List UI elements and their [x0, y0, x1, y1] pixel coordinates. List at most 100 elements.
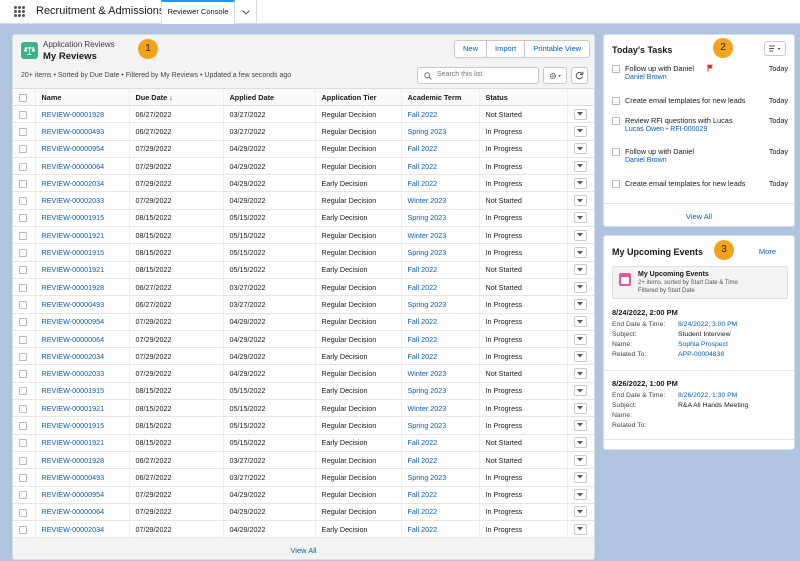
- printable-view-button[interactable]: Printable View: [525, 41, 589, 57]
- import-button[interactable]: Import: [487, 41, 526, 57]
- academic-term-link[interactable]: Fall 2022: [400, 520, 479, 539]
- academic-term-link[interactable]: Fall 2022: [400, 261, 479, 279]
- event-end-link[interactable]: 8/24/2022, 3:00 PM: [678, 321, 737, 328]
- row-checkbox[interactable]: [19, 473, 27, 482]
- table-row[interactable]: REVIEW-00001915 08/15/2022 05/15/2022 Early…: [13, 209, 594, 228]
- row-action-chevron-down-icon[interactable]: [573, 247, 587, 259]
- task-checkbox[interactable]: [612, 65, 620, 73]
- row-action-chevron-down-icon[interactable]: [573, 454, 587, 466]
- table-row[interactable]: REVIEW-00001921 08/15/2022 05/15/2022 Regul…: [13, 399, 594, 418]
- review-name-link[interactable]: REVIEW-00002034: [34, 347, 129, 366]
- table-row[interactable]: REVIEW-00001921 08/15/2022 05/15/2022 Early…: [13, 434, 594, 452]
- row-checkbox[interactable]: [19, 508, 27, 517]
- tab-menu-chevron-down-icon[interactable]: [235, 0, 257, 24]
- row-action-chevron-down-icon[interactable]: [573, 350, 587, 362]
- row-action-chevron-down-icon[interactable]: [573, 489, 587, 501]
- academic-term-link[interactable]: Fall 2022: [400, 278, 479, 297]
- row-checkbox[interactable]: [19, 197, 27, 206]
- row-action-chevron-down-icon[interactable]: [573, 108, 587, 120]
- row-checkbox[interactable]: [19, 525, 27, 534]
- table-row[interactable]: REVIEW-00000954 07/29/2022 04/29/2022 Regul…: [13, 313, 594, 331]
- academic-term-link[interactable]: Spring 2023: [400, 382, 479, 401]
- academic-term-link[interactable]: Winter 2023: [400, 226, 479, 245]
- academic-term-link[interactable]: Spring 2023: [400, 468, 479, 487]
- academic-term-link[interactable]: Fall 2022: [400, 313, 479, 331]
- academic-term-link[interactable]: Fall 2022: [400, 157, 479, 176]
- task-contact-link[interactable]: Daniel Brown: [625, 157, 667, 164]
- table-row[interactable]: REVIEW-00001915 08/15/2022 05/15/2022 Regul…: [13, 416, 594, 435]
- row-action-chevron-down-icon[interactable]: [573, 160, 587, 172]
- table-row[interactable]: REVIEW-00000954 07/29/2022 04/29/2022 Regul…: [13, 140, 594, 158]
- row-action-chevron-down-icon[interactable]: [573, 177, 587, 189]
- events-more-link[interactable]: More: [759, 247, 776, 256]
- academic-term-link[interactable]: Fall 2022: [400, 105, 479, 124]
- event-name-link[interactable]: Sophia Prospect: [678, 341, 728, 348]
- row-checkbox[interactable]: [19, 283, 27, 292]
- row-action-chevron-down-icon[interactable]: [573, 368, 587, 380]
- events-list-summary[interactable]: My Upcoming Events 2+ items, sorted by S…: [612, 266, 788, 299]
- academic-term-link[interactable]: Fall 2022: [400, 434, 479, 452]
- row-checkbox[interactable]: [19, 491, 27, 500]
- row-action-chevron-down-icon[interactable]: [573, 402, 587, 414]
- task-contact-link[interactable]: Lucas Owen: [625, 126, 664, 133]
- review-name-link[interactable]: REVIEW-00001928: [34, 105, 129, 124]
- review-name-link[interactable]: REVIEW-00000064: [34, 157, 129, 176]
- review-name-link[interactable]: REVIEW-00001928: [34, 451, 129, 470]
- refresh-button[interactable]: [571, 67, 588, 84]
- column-header-status[interactable]: Status: [478, 88, 567, 106]
- row-checkbox[interactable]: [19, 335, 27, 344]
- review-name-link[interactable]: REVIEW-00002033: [34, 191, 129, 210]
- row-action-chevron-down-icon[interactable]: [573, 125, 587, 137]
- review-name-link[interactable]: REVIEW-00002034: [34, 520, 129, 539]
- table-row[interactable]: REVIEW-00000493 06/27/2022 03/27/2022 Regul…: [13, 122, 594, 141]
- row-checkbox[interactable]: [19, 318, 27, 327]
- review-name-link[interactable]: REVIEW-00001915: [34, 243, 129, 262]
- task-title[interactable]: Review RFI questions with Lucas: [625, 116, 732, 125]
- academic-term-link[interactable]: Winter 2023: [400, 364, 479, 383]
- review-name-link[interactable]: REVIEW-00000954: [34, 140, 129, 158]
- review-name-link[interactable]: REVIEW-00000493: [34, 468, 129, 487]
- search-input[interactable]: Search this list: [417, 67, 539, 84]
- review-name-link[interactable]: REVIEW-00000064: [34, 330, 129, 349]
- event-related-link[interactable]: APP-00004838: [678, 351, 724, 358]
- row-checkbox[interactable]: [19, 145, 27, 154]
- table-row[interactable]: REVIEW-00001915 08/15/2022 05/15/2022 Regul…: [13, 243, 594, 262]
- academic-term-link[interactable]: Spring 2023: [400, 416, 479, 435]
- table-row[interactable]: REVIEW-00002034 07/29/2022 04/29/2022 Early…: [13, 174, 594, 193]
- review-name-link[interactable]: REVIEW-00001928: [34, 278, 129, 297]
- academic-term-link[interactable]: Winter 2023: [400, 399, 479, 418]
- tab-reviewer-console[interactable]: Reviewer Console: [161, 0, 235, 24]
- row-checkbox[interactable]: [19, 231, 27, 240]
- table-row[interactable]: REVIEW-00000064 07/29/2022 04/29/2022 Regul…: [13, 503, 594, 522]
- task-checkbox[interactable]: [612, 97, 620, 105]
- row-checkbox[interactable]: [19, 422, 27, 431]
- column-header-academic-term[interactable]: Academic Term: [400, 88, 479, 106]
- list-view-title[interactable]: My Reviews: [43, 51, 97, 62]
- table-row[interactable]: REVIEW-00000493 06/27/2022 03/27/2022 Regul…: [13, 295, 594, 314]
- table-row[interactable]: REVIEW-00002033 07/29/2022 04/29/2022 Regul…: [13, 364, 594, 383]
- row-action-chevron-down-icon[interactable]: [573, 143, 587, 155]
- column-header-due-date[interactable]: Due Date ↓: [128, 88, 223, 106]
- table-row[interactable]: REVIEW-00001921 08/15/2022 05/15/2022 Early…: [13, 261, 594, 279]
- task-checkbox[interactable]: [612, 117, 620, 125]
- review-name-link[interactable]: REVIEW-00000064: [34, 503, 129, 522]
- task-checkbox[interactable]: [612, 148, 620, 156]
- row-checkbox[interactable]: [19, 179, 27, 188]
- academic-term-link[interactable]: Fall 2022: [400, 486, 479, 504]
- row-checkbox[interactable]: [19, 439, 27, 448]
- academic-term-link[interactable]: Winter 2023: [400, 191, 479, 210]
- row-action-chevron-down-icon[interactable]: [573, 229, 587, 241]
- task-title[interactable]: Follow up with Daniel: [625, 64, 694, 73]
- academic-term-link[interactable]: Spring 2023: [400, 122, 479, 141]
- row-checkbox[interactable]: [19, 162, 27, 171]
- academic-term-link[interactable]: Fall 2022: [400, 347, 479, 366]
- table-row[interactable]: REVIEW-00000954 07/29/2022 04/29/2022 Regul…: [13, 486, 594, 504]
- reviews-view-all-link[interactable]: View All: [13, 546, 594, 555]
- column-header-application-tier[interactable]: Application Tier: [314, 88, 401, 106]
- row-action-chevron-down-icon[interactable]: [573, 264, 587, 276]
- row-action-chevron-down-icon[interactable]: [573, 437, 587, 449]
- row-action-chevron-down-icon[interactable]: [573, 316, 587, 328]
- row-checkbox[interactable]: [19, 404, 27, 413]
- task-record-link[interactable]: RFI-000029: [670, 126, 707, 133]
- review-name-link[interactable]: REVIEW-00002033: [34, 364, 129, 383]
